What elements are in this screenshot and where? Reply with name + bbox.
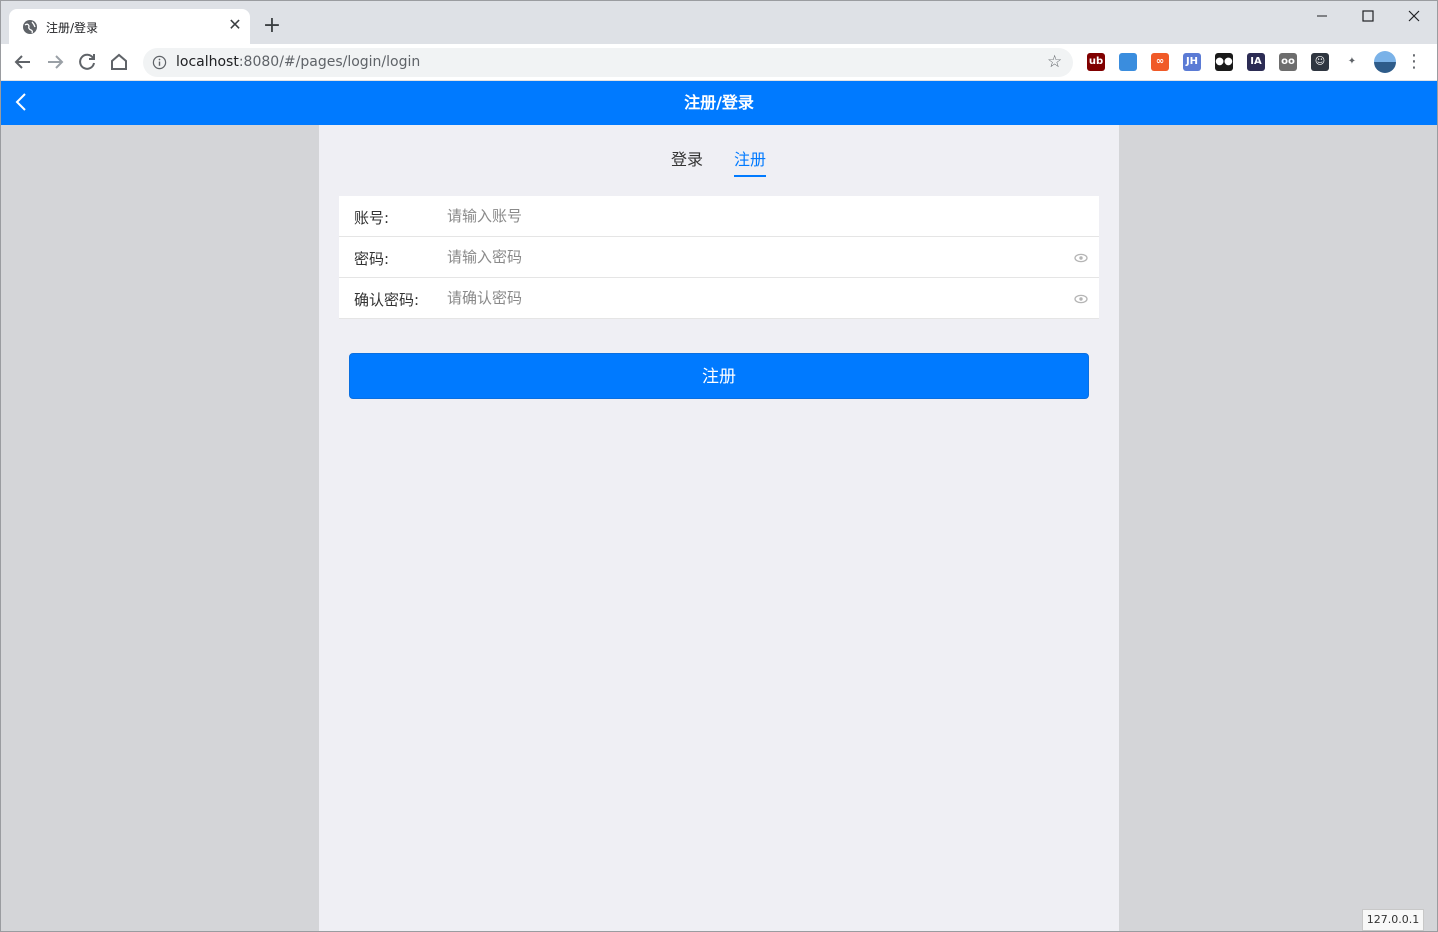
password-input[interactable]: [447, 243, 1057, 271]
account-input[interactable]: [447, 202, 1057, 230]
confirm-password-input[interactable]: [447, 284, 1057, 312]
browser-toolbar: localhost:8080/#/pages/login/login ☆ ub ∞…: [1, 44, 1437, 81]
owl-ext-icon[interactable]: oo: [1279, 53, 1297, 71]
app-header: 注册/登录: [1, 81, 1437, 125]
ublock-icon[interactable]: ub: [1087, 53, 1105, 71]
tab-register[interactable]: 注册: [734, 149, 767, 177]
tab-strip: 注册/登录 ✕ +: [1, 1, 1437, 44]
arrow-left-icon: [14, 55, 30, 69]
account-row: 账号:: [339, 196, 1099, 237]
puzzle-icon[interactable]: ✦: [1343, 53, 1361, 71]
url-path: :8080/#/pages/login/login: [238, 54, 421, 70]
register-form: 账号: 密码: 确认密码:: [339, 196, 1099, 319]
back-button[interactable]: [11, 50, 35, 74]
account-label: 账号:: [354, 209, 390, 227]
jh-ext-icon[interactable]: JH: [1183, 53, 1201, 71]
password-row: 密码:: [339, 237, 1099, 278]
bookmark-star-icon[interactable]: ☆: [1047, 53, 1065, 71]
browser-window: 注册/登录 ✕ + localhost:8080/#/pages/login/l…: [0, 0, 1438, 932]
page-title: 注册/登录: [684, 93, 754, 112]
reload-button[interactable]: [75, 50, 99, 74]
reload-icon: [79, 53, 95, 70]
tab-login-label: 登录: [671, 150, 704, 169]
tab-title: 注册/登录: [46, 21, 99, 35]
infinity-ext-icon[interactable]: ∞: [1151, 53, 1169, 71]
new-tab-button[interactable]: +: [261, 15, 283, 37]
browser-tab[interactable]: 注册/登录 ✕: [9, 9, 250, 44]
main-content: 登录 注册 账号: 密码: 确认密码:: [319, 125, 1119, 931]
tab-register-label: 注册: [734, 150, 767, 169]
status-bubble: 127.0.0.1: [1362, 909, 1424, 931]
arrow-right-icon: [48, 55, 64, 69]
shield-ext-icon[interactable]: [1119, 53, 1137, 71]
browser-menu-icon[interactable]: ⋮: [1405, 53, 1423, 71]
tab-login[interactable]: 登录: [671, 149, 703, 171]
maximize-button[interactable]: [1345, 1, 1391, 31]
address-bar[interactable]: localhost:8080/#/pages/login/login ☆: [143, 48, 1073, 77]
profile-avatar[interactable]: [1374, 51, 1396, 73]
confirm-password-label: 确认密码:: [354, 291, 420, 309]
active-tab-underline: [734, 175, 766, 177]
home-button[interactable]: [107, 50, 131, 74]
eye-icon[interactable]: [1074, 294, 1088, 304]
info-icon[interactable]: [152, 55, 167, 70]
register-button[interactable]: 注册: [349, 353, 1089, 399]
home-icon: [111, 53, 127, 70]
ia-ext-icon[interactable]: IA: [1247, 53, 1265, 71]
mask-ext-icon[interactable]: ●●: [1215, 53, 1233, 71]
forward-button[interactable]: [43, 50, 67, 74]
face-ext-icon[interactable]: ☺: [1311, 53, 1329, 71]
eye-icon[interactable]: [1074, 253, 1088, 263]
minimize-button[interactable]: [1299, 1, 1345, 31]
globe-icon: [23, 20, 37, 34]
url-text[interactable]: localhost:8080/#/pages/login/login: [176, 54, 420, 70]
url-host: localhost: [176, 54, 239, 70]
auth-tabs: 登录 注册: [319, 149, 1119, 179]
password-label: 密码:: [354, 250, 390, 268]
close-window-button[interactable]: [1391, 1, 1437, 31]
tab-close-icon[interactable]: ✕: [226, 16, 244, 34]
confirm-password-row: 确认密码:: [339, 278, 1099, 319]
